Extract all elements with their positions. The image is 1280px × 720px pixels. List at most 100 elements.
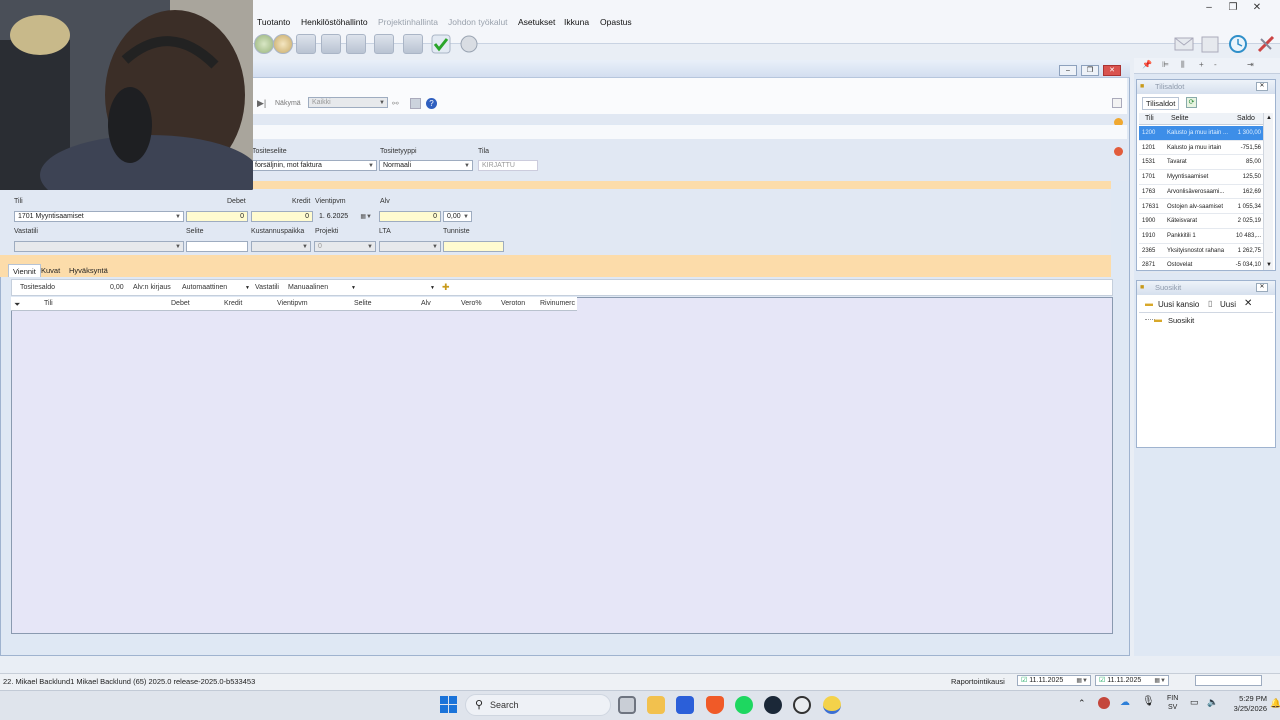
network-icon[interactable]: ▭: [1190, 697, 1199, 708]
debet-input[interactable]: 0: [186, 211, 248, 222]
windows-start-icon[interactable]: [440, 696, 457, 715]
store-icon[interactable]: [676, 696, 694, 714]
col-debet[interactable]: Debet: [171, 300, 190, 307]
link-icon[interactable]: ⚯: [392, 99, 399, 108]
grid-filter-icon[interactable]: ⏷: [14, 300, 20, 310]
tilisaldot-col-tili[interactable]: Tili: [1145, 115, 1154, 122]
tilisaldot-col-selite[interactable]: Selite: [1171, 115, 1189, 122]
tilisaldot-row[interactable]: 2365 Yksityisnostot rahana 1 262,75: [1139, 244, 1263, 259]
tositeselite-field[interactable]: forsäljnin, mot faktura ▼: [252, 160, 377, 171]
tilisaldot-row[interactable]: 1763 Arvonlisäverosaami... 162,69: [1139, 185, 1263, 200]
tilisaldot-row[interactable]: 1531 Tavarat 85,00: [1139, 155, 1263, 171]
coin-icon[interactable]: [273, 34, 293, 54]
vastatili-select[interactable]: ▼: [14, 241, 184, 252]
doc-close-button[interactable]: ✕: [1103, 65, 1121, 76]
alvn-kirjaus-dropdown-icon[interactable]: ▼: [245, 285, 250, 291]
tab-viennit[interactable]: Viennit: [8, 264, 41, 277]
building-icon[interactable]: [346, 34, 366, 54]
period-end-checkbox[interactable]: ☑: [1099, 677, 1105, 684]
tab-hyvaksynta[interactable]: Hyväksyntä: [65, 264, 112, 277]
new-button[interactable]: Uusi: [1220, 300, 1236, 309]
menu-projektinhallinta[interactable]: Projektinhallinta: [378, 17, 438, 27]
delete-icon[interactable]: ✕: [1244, 298, 1252, 309]
document-stack-icon[interactable]: [296, 34, 316, 54]
add-icon[interactable]: ✚: [442, 282, 450, 293]
suosikit-close-button[interactable]: ✕: [1256, 283, 1268, 292]
tilisaldot-tab[interactable]: Tilisaldot: [1142, 97, 1180, 110]
doc-restore-button[interactable]: ❐: [1081, 65, 1099, 76]
menu-asetukset[interactable]: Asetukset: [518, 17, 555, 27]
tab-kuvat[interactable]: Kuvat: [37, 264, 64, 277]
col-veroton[interactable]: Veroton: [501, 300, 525, 307]
lta-select[interactable]: ▼: [379, 241, 441, 252]
col-tili[interactable]: Tili: [44, 300, 53, 307]
clock-display[interactable]: 5:29 PM 3/25/2026: [1227, 694, 1267, 714]
tilisaldot-row[interactable]: 1900 Käteisvarat 2 025,19: [1139, 214, 1263, 229]
envelope-icon[interactable]: [1174, 34, 1194, 54]
chart-icon[interactable]: [321, 34, 341, 54]
notification-bell-icon[interactable]: 🔔: [1270, 698, 1280, 709]
entries-grid[interactable]: [11, 297, 1113, 634]
tilisaldot-row[interactable]: 1201 Kalusto ja muu irtain -751,56: [1139, 141, 1263, 156]
calendar-icon[interactable]: [1200, 34, 1220, 54]
col-alv[interactable]: Alv: [421, 300, 431, 307]
kustannuspaikka-select[interactable]: ▼: [251, 241, 311, 252]
maximize-button[interactable]: ❐: [1222, 2, 1244, 13]
pin-icon[interactable]: 📌: [1142, 60, 1152, 69]
tilisaldot-scrollbar[interactable]: ▲ ▼: [1263, 113, 1273, 270]
tositetyyppi-select[interactable]: Normaali ▼: [379, 160, 473, 171]
taskbar-search[interactable]: ⚲ Search: [465, 694, 611, 716]
tilisaldot-close-button[interactable]: ✕: [1256, 82, 1268, 91]
square-icon[interactable]: [410, 98, 421, 109]
view-select[interactable]: Kaikki ▼: [308, 97, 388, 108]
side-grid-icon[interactable]: [1112, 98, 1122, 108]
tilisaldot-col-saldo[interactable]: Saldo: [1237, 115, 1255, 122]
projekti-select[interactable]: 0 ▼: [314, 241, 376, 252]
file-explorer-icon[interactable]: [647, 696, 665, 714]
summary-vastatili-select[interactable]: Manuaalinen: [288, 284, 328, 291]
doc-minimize-button[interactable]: –: [1059, 65, 1077, 76]
tray-chevron-icon[interactable]: ⌃: [1078, 698, 1086, 709]
menu-ikkuna[interactable]: Ikkuna: [564, 17, 589, 27]
col-selite[interactable]: Selite: [354, 300, 372, 307]
steam-icon[interactable]: [764, 696, 782, 714]
menu-opastus[interactable]: Opastus: [600, 17, 632, 27]
tilisaldot-row[interactable]: 1910 Pankkitili 1 10 483,...: [1139, 229, 1263, 244]
period-start-checkbox[interactable]: ☑: [1021, 677, 1027, 684]
close-button[interactable]: ✕: [1246, 2, 1268, 13]
last-record-icon[interactable]: ▶|: [257, 98, 266, 109]
red-dot-icon[interactable]: [1114, 147, 1123, 156]
report-icon[interactable]: [403, 34, 423, 54]
tili-select[interactable]: 1701 Myyntisaamiset ▼: [14, 211, 184, 222]
alvn-kirjaus-select[interactable]: Automaattinen: [182, 284, 227, 291]
alv-percent-select[interactable]: 0,00 ▼: [443, 211, 472, 222]
plus-icon[interactable]: +: [1199, 60, 1204, 69]
tools-icon[interactable]: [1256, 34, 1276, 54]
col-vero[interactable]: Vero%: [461, 300, 482, 307]
tilisaldot-row[interactable]: 17631 Ostojen alv-saamiset 1 055,34: [1139, 200, 1263, 215]
refresh-icon[interactable]: [459, 34, 479, 54]
period-end-picker[interactable]: ☑ 11.11.2025 ▦▼: [1095, 675, 1169, 686]
menu-tuotanto[interactable]: Tuotanto: [257, 17, 290, 27]
mail-icon[interactable]: [374, 34, 394, 54]
expand-icon[interactable]: ⇥: [1247, 60, 1254, 69]
minus-icon[interactable]: -: [1214, 60, 1217, 69]
globe-icon[interactable]: [254, 34, 274, 54]
tilisaldot-row[interactable]: 1200 Kalusto ja muu irtain ... 1 300,00: [1139, 126, 1263, 141]
menu-johdon-tyokalut[interactable]: Johdon työkalut: [448, 17, 508, 27]
brave-icon[interactable]: [706, 696, 724, 714]
selite-input[interactable]: [186, 241, 248, 252]
minimize-button[interactable]: –: [1198, 2, 1220, 13]
new-folder-button[interactable]: Uusi kansio: [1158, 300, 1199, 309]
tray-app-icon[interactable]: [1098, 697, 1110, 709]
tilisaldot-row[interactable]: 2871 Ostovelat -5 034,10: [1139, 258, 1263, 273]
col-kredit[interactable]: Kredit: [224, 300, 242, 307]
microphone-icon[interactable]: 🎙: [1142, 696, 1155, 707]
align-icon[interactable]: ⊫: [1162, 60, 1169, 69]
app-icon[interactable]: [823, 696, 841, 714]
kredit-input[interactable]: 0: [251, 211, 313, 222]
status-input[interactable]: [1195, 675, 1262, 686]
clock-icon[interactable]: [1228, 34, 1248, 54]
github-icon[interactable]: [793, 696, 811, 714]
onedrive-icon[interactable]: ☁: [1120, 697, 1130, 708]
